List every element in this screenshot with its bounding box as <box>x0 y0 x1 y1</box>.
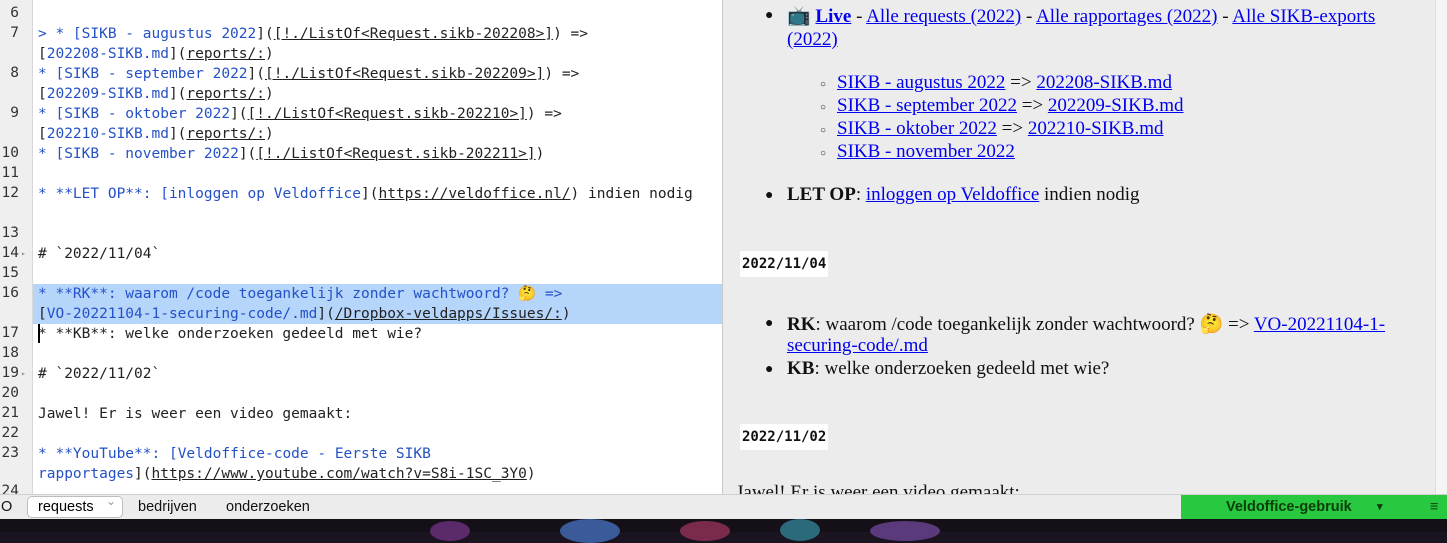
letop-item: LET OP: inloggen op Veldoffice indien no… <box>787 184 1140 205</box>
preview-top-line: 📺 Live - Alle requests (2022) - Alle rap… <box>787 6 1376 27</box>
background-shape <box>560 519 620 543</box>
status-letter: O <box>1 499 13 515</box>
tab-requests[interactable]: requests ⌄ <box>27 494 123 518</box>
bullet-icon: ○ <box>820 148 827 159</box>
markdown-editor[interactable]: 6 7 8 9 10 11 12 13 14 ▸ 15 16 17 18 19 … <box>0 0 722 494</box>
rk-item-wrap: securing-code/.md <box>787 335 928 357</box>
code-line: * [SIKB - september 2022]([!./ListOf<Req… <box>38 66 580 82</box>
code-line: * [SIKB - november 2022]([!./ListOf<Requ… <box>38 146 545 162</box>
line-number: 8 <box>10 65 19 81</box>
code-line: > * [SIKB - augustus 2022]([!./ListOf<Re… <box>38 26 589 42</box>
code-line: rapportages](https://www.youtube.com/wat… <box>38 466 536 482</box>
line-number: 7 <box>10 25 19 41</box>
line-number: 15 <box>1 265 19 281</box>
code-line: [202209-SIKB.md](reports/:) <box>38 86 274 102</box>
bottom-tab-bar: O requests ⌄ bedrijven onderzoeken Veldo… <box>0 494 1447 519</box>
desktop-background <box>0 519 1447 543</box>
grip-icon[interactable]: ≡ <box>1430 495 1438 519</box>
list-item: SIKB - november 2022 <box>837 141 1015 163</box>
line-number: 17 <box>1 325 19 341</box>
bullet-icon: ○ <box>820 79 827 90</box>
live-link[interactable]: Live <box>815 6 851 27</box>
bullet-icon: ● <box>765 188 774 203</box>
line-number: 19 <box>1 365 19 381</box>
bullet-icon: ● <box>765 362 774 377</box>
line-number: 14 <box>1 245 19 261</box>
sikb-202210-file-link[interactable]: 202210-SIKB.md <box>1028 118 1164 139</box>
line-number: 18 <box>1 345 19 361</box>
veldoffice-gebruik-button[interactable]: Veldoffice-gebruik ▾ ≡ <box>1181 495 1447 519</box>
tab-label: requests <box>38 499 94 515</box>
code-line: * [SIKB - oktober 2022]([!./ListOf<Reque… <box>38 106 562 122</box>
date-heading: 2022/11/04 <box>740 251 829 277</box>
sikb-202209-file-link[interactable]: 202209-SIKB.md <box>1048 95 1184 116</box>
line-number: 9 <box>10 105 19 121</box>
line-number: 22 <box>1 425 19 441</box>
line-number: 21 <box>1 405 19 421</box>
code-line: * **YouTube**: [Veldoffice-code - Eerste… <box>38 446 431 462</box>
list-item: SIKB - september 2022 => 202209-SIKB.md <box>837 95 1184 116</box>
date-heading: 2022/11/02 <box>740 424 829 450</box>
sikb-augustus-link[interactable]: SIKB - augustus 2022 <box>837 72 1005 93</box>
sikb-202208-file-link[interactable]: 202208-SIKB.md <box>1036 72 1172 93</box>
line-number: 24 <box>1 483 19 494</box>
chevron-down-icon: ⌄ <box>106 494 117 508</box>
sikb-september-link[interactable]: SIKB - september 2022 <box>837 95 1017 116</box>
bullet-icon: ● <box>765 8 774 23</box>
tv-icon: 📺 <box>787 6 811 27</box>
line-number-gutter: 6 7 8 9 10 11 12 13 14 ▸ 15 16 17 18 19 … <box>0 0 33 494</box>
all-reports-link[interactable]: Alle rapportages (2022) <box>1036 6 1218 27</box>
line-number: 11 <box>1 165 19 181</box>
code-line: [202210-SIKB.md](reports/:) <box>38 126 274 142</box>
fold-arrow-icon[interactable]: ▸ <box>21 249 26 258</box>
code-line: [VO-20221104-1-securing-code/.md](/Dropb… <box>38 306 571 322</box>
caret-down-icon: ▾ <box>1377 501 1383 513</box>
tab-onderzoeken[interactable]: onderzoeken <box>226 498 310 516</box>
kb-item: KB: welke onderzoeken gedeeld met wie? <box>787 358 1110 379</box>
all-sikb-exports-link[interactable]: (2022) <box>787 29 838 50</box>
code-line: * **KB**: welke onderzoeken gedeeld met … <box>38 326 423 342</box>
list-item: SIKB - oktober 2022 => 202210-SIKB.md <box>837 118 1164 139</box>
preview-scrollbar[interactable] <box>1435 0 1447 494</box>
text-cursor <box>38 324 40 343</box>
code-line: # `2022/11/04` <box>38 246 161 262</box>
code-line: * **RK**: waarom /code toegankelijk zond… <box>38 286 563 302</box>
sikb-oktober-link[interactable]: SIKB - oktober 2022 <box>837 118 997 139</box>
line-number: 6 <box>10 5 19 21</box>
line-number: 10 <box>1 145 19 161</box>
vo-issue-link[interactable]: VO-20221104-1- <box>1254 314 1385 335</box>
line-number: 13 <box>1 225 19 241</box>
all-requests-link[interactable]: Alle requests (2022) <box>866 6 1021 27</box>
preview-paragraph: Jawel! Er is weer een video gemaakt: <box>736 482 1020 494</box>
code-line: * **LET OP**: [inloggen op Veldoffice](h… <box>38 186 693 202</box>
background-shape <box>680 521 730 541</box>
vo-issue-link[interactable]: securing-code/.md <box>787 335 928 356</box>
background-shape <box>870 521 940 541</box>
line-number: 12 <box>1 185 19 201</box>
preview-top-line-wrap: (2022) <box>787 29 838 51</box>
rk-item: RK: waarom /code toegankelijk zonder wac… <box>787 314 1386 335</box>
code-line: # `2022/11/02` <box>38 366 161 382</box>
tab-bedrijven[interactable]: bedrijven <box>138 498 197 516</box>
button-label: Veldoffice-gebruik <box>1226 499 1352 515</box>
fold-arrow-icon[interactable]: ▸ <box>21 369 26 378</box>
line-number: 16 <box>1 285 19 301</box>
veldoffice-login-link[interactable]: inloggen op Veldoffice <box>866 184 1039 205</box>
bullet-icon: ● <box>765 316 774 331</box>
list-item: SIKB - augustus 2022 => 202208-SIKB.md <box>837 72 1172 93</box>
all-sikb-exports-link[interactable]: Alle SIKB-exports <box>1232 6 1375 27</box>
bullet-icon: ○ <box>820 102 827 113</box>
line-number: 23 <box>1 445 19 461</box>
background-shape <box>780 519 820 541</box>
code-line: Jawel! Er is weer een video gemaakt: <box>38 406 353 422</box>
bullet-icon: ○ <box>820 125 827 136</box>
sikb-november-link[interactable]: SIKB - november 2022 <box>837 141 1015 162</box>
code-line: [202208-SIKB.md](reports/:) <box>38 46 274 62</box>
markdown-preview: ● 📺 Live - Alle requests (2022) - Alle r… <box>723 0 1435 494</box>
line-number: 20 <box>1 385 19 401</box>
background-shape <box>430 521 470 541</box>
